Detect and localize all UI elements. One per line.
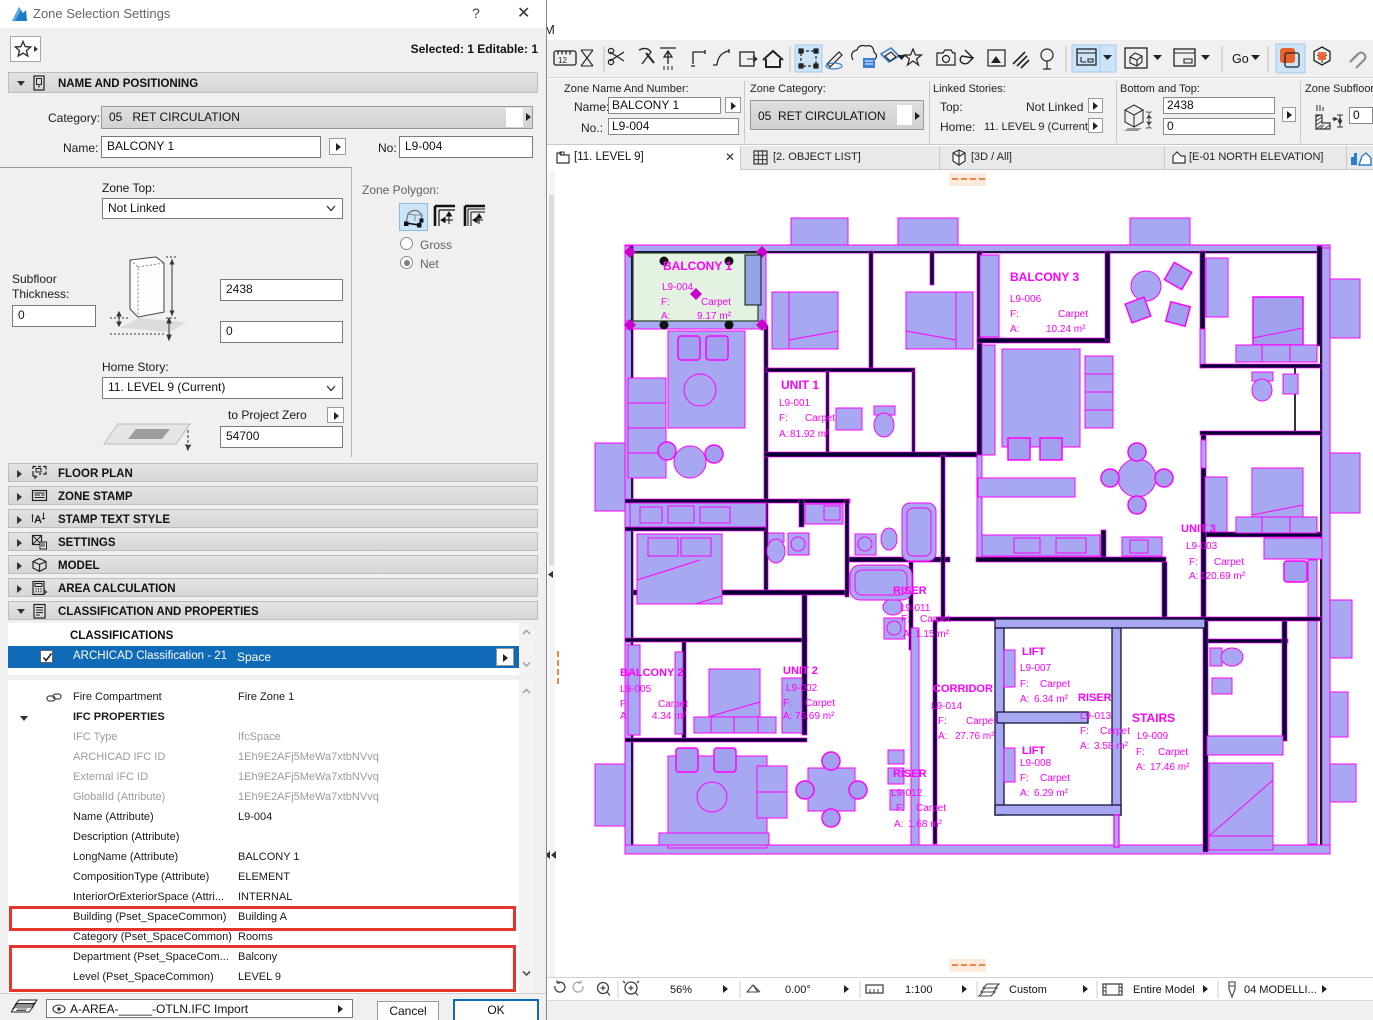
svg-text:F:: F:: [1020, 773, 1029, 784]
svg-text:A:: A:: [903, 629, 912, 640]
svg-text:BALCONY 3: BALCONY 3: [1010, 270, 1079, 284]
svg-text:L9-005: L9-005: [620, 684, 652, 695]
svg-text:L9-008: L9-008: [1020, 758, 1052, 769]
svg-text:Carpet: Carpet: [1100, 726, 1130, 737]
svg-text:L9-007: L9-007: [1020, 663, 1052, 674]
svg-text:F:: F:: [1020, 679, 1029, 690]
svg-text:81.92 m²: 81.92 m²: [790, 429, 830, 440]
svg-text:Carpet: Carpet: [920, 614, 950, 625]
svg-text:76.69 m²: 76.69 m²: [795, 711, 835, 722]
svg-text:A:: A:: [1010, 324, 1019, 335]
svg-text:17.46 m²: 17.46 m²: [1150, 762, 1190, 773]
svg-text:4.34 m²: 4.34 m²: [652, 711, 687, 722]
svg-text:10.24 m²: 10.24 m²: [1046, 324, 1086, 335]
svg-text:RISER: RISER: [1078, 692, 1112, 704]
svg-text:120.69 m²: 120.69 m²: [1200, 571, 1246, 582]
svg-text:6.34 m²: 6.34 m²: [1034, 694, 1069, 705]
svg-text:Carpet: Carpet: [805, 413, 835, 424]
svg-text:F:: F:: [1136, 747, 1145, 758]
svg-text:F:: F:: [1189, 557, 1198, 568]
svg-text:A:: A:: [783, 711, 792, 722]
svg-text:Carpet: Carpet: [1040, 679, 1070, 690]
svg-text:F:: F:: [938, 716, 947, 727]
svg-text:LIFT: LIFT: [1022, 646, 1045, 658]
svg-text:Carpet: Carpet: [805, 698, 835, 709]
svg-text:A:: A:: [1136, 762, 1145, 773]
svg-text:Carpet: Carpet: [1214, 557, 1244, 568]
svg-text:F:: F:: [1080, 726, 1089, 737]
svg-text:A:: A:: [1020, 694, 1029, 705]
svg-text:RISER: RISER: [893, 585, 927, 597]
svg-text:L9-006: L9-006: [1010, 294, 1042, 305]
svg-text:Carpet: Carpet: [966, 716, 996, 727]
svg-text:A:: A:: [1080, 741, 1089, 752]
svg-text:A:: A:: [661, 311, 670, 322]
svg-text:9.17 m²: 9.17 m²: [697, 311, 732, 322]
svg-text:F:: F:: [1010, 309, 1019, 320]
svg-text:Carpet: Carpet: [1058, 309, 1088, 320]
svg-text:Carpet: Carpet: [1040, 773, 1070, 784]
svg-text:UNIT 2: UNIT 2: [783, 665, 818, 677]
svg-text:F:: F:: [620, 699, 629, 710]
svg-text:STAIRS: STAIRS: [1132, 711, 1175, 725]
svg-text:L9-004: L9-004: [662, 282, 694, 293]
svg-text:RISER: RISER: [893, 768, 927, 780]
svg-text:A:: A:: [620, 711, 629, 722]
svg-text:L9-003: L9-003: [1186, 541, 1218, 552]
svg-text:1.68 m²: 1.68 m²: [908, 819, 943, 830]
svg-text:L9-009: L9-009: [1137, 731, 1169, 742]
svg-text:F:: F:: [779, 413, 788, 424]
svg-text:L9-011: L9-011: [900, 603, 931, 614]
svg-text:A:: A:: [938, 731, 947, 742]
svg-text:3.58 m²: 3.58 m²: [1094, 741, 1129, 752]
svg-text:UNIT 1: UNIT 1: [781, 378, 819, 392]
svg-text:Carpet: Carpet: [1158, 747, 1188, 758]
svg-text:Carpet: Carpet: [658, 699, 688, 710]
svg-text:L9-012: L9-012: [891, 788, 923, 799]
svg-text:L9-013: L9-013: [1080, 711, 1112, 722]
svg-text:27.76 m²: 27.76 m²: [955, 731, 995, 742]
svg-text:F:: F:: [783, 698, 792, 709]
svg-text:A:: A:: [1189, 571, 1198, 582]
svg-text:BALCONY 2: BALCONY 2: [620, 667, 683, 679]
svg-text:Carpet: Carpet: [701, 297, 731, 308]
svg-text:CORRIDOR: CORRIDOR: [933, 683, 993, 695]
svg-text:6.29 m²: 6.29 m²: [1034, 788, 1069, 799]
svg-text:L9-001: L9-001: [779, 398, 811, 409]
svg-text:L9-014: L9-014: [931, 701, 963, 712]
svg-text:F:: F:: [896, 803, 905, 814]
svg-text:A:: A:: [894, 819, 903, 830]
svg-text:A: A: [34, 514, 42, 526]
svg-text:A:: A:: [1020, 788, 1029, 799]
svg-text:BALCONY 1: BALCONY 1: [663, 259, 732, 273]
svg-text:1.15 m²: 1.15 m²: [915, 629, 950, 640]
svg-text:L9-002: L9-002: [786, 683, 818, 694]
svg-text:F:: F:: [901, 614, 910, 625]
svg-text:LIFT: LIFT: [1022, 745, 1045, 757]
svg-text:F:: F:: [661, 297, 670, 308]
svg-text:UNIT 3: UNIT 3: [1181, 523, 1216, 535]
svg-text:A:: A:: [779, 429, 788, 440]
svg-text:Carpet: Carpet: [916, 803, 946, 814]
